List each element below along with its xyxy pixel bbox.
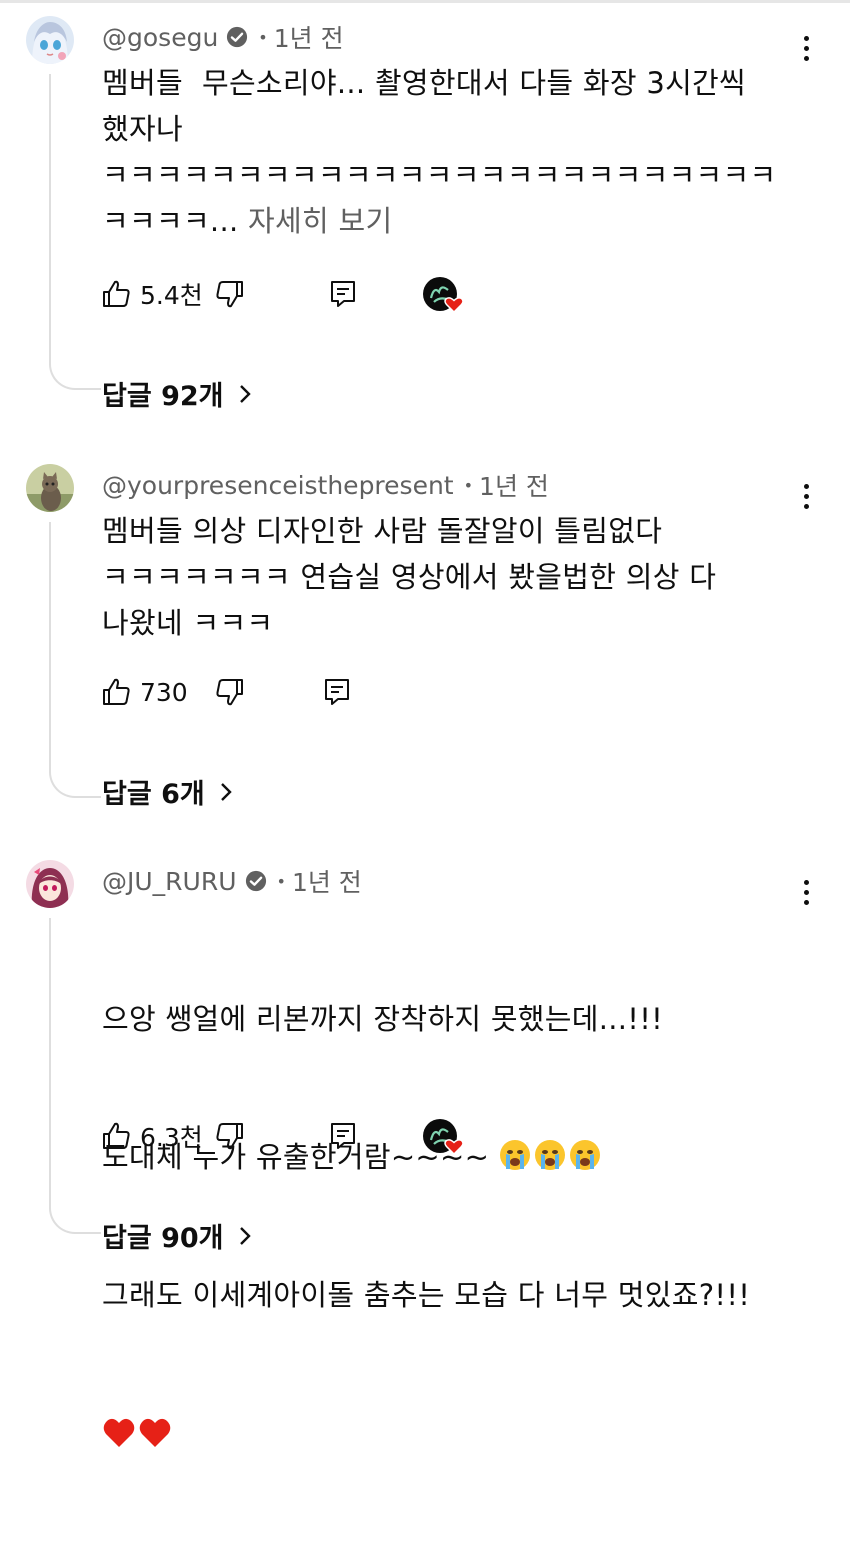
verified-badge-icon <box>245 870 266 892</box>
verified-badge-icon <box>227 26 248 48</box>
red-heart-icon <box>103 1418 135 1447</box>
reply-icon[interactable] <box>322 677 352 707</box>
view-replies-button[interactable]: 답글 90개 <box>102 1216 252 1255</box>
separator-dot: • <box>463 475 474 495</box>
like-icon[interactable] <box>100 676 132 708</box>
comment-header: @gosegu • 1년 전 <box>102 19 344 55</box>
author-handle[interactable]: @yourpresenceisthepresent <box>102 471 454 500</box>
reply-icon[interactable] <box>328 1121 358 1151</box>
red-heart-icon <box>139 1418 171 1447</box>
more-options-icon[interactable] <box>800 36 812 66</box>
author-handle[interactable]: @JU_RURU <box>102 867 237 896</box>
comment-text-body: 멤버들 무슨소리야... 촬영한대서 다들 화장 3시간씩 했자나 ㅋㅋㅋㅋㅋㅋ… <box>102 66 777 238</box>
separator-dot: • <box>258 27 268 47</box>
more-options-icon[interactable] <box>800 484 812 514</box>
thread-line <box>49 522 101 798</box>
like-count: 5.4천 <box>140 281 203 310</box>
replies-label: 답글 92개 <box>102 381 224 412</box>
comment-time[interactable]: 1년 전 <box>292 863 362 899</box>
hearts-line <box>102 1410 792 1456</box>
dislike-icon[interactable] <box>214 278 246 310</box>
author-handle[interactable]: @gosegu <box>102 23 218 52</box>
comment-text: 멤버들 무슨소리야... 촬영한대서 다들 화장 3시간씩 했자나 ㅋㅋㅋㅋㅋㅋ… <box>102 60 792 244</box>
dislike-icon[interactable] <box>214 1120 246 1152</box>
chevron-right-icon <box>220 782 232 801</box>
comment-header: @yourpresenceisthepresent • 1년 전 <box>102 467 549 503</box>
top-divider <box>0 0 850 3</box>
reply-icon[interactable] <box>328 279 358 309</box>
chevron-right-icon <box>239 384 251 403</box>
comment-actions: 730 <box>100 672 349 712</box>
comment-actions: 6.3천 <box>100 1116 464 1156</box>
comment-line: 그래도 이세계아이돌 춤추는 모습 다 너무 멋있죠?!!! <box>102 1278 751 1312</box>
thread-line <box>49 918 101 1234</box>
crying-face-icon <box>499 1140 530 1170</box>
avatar[interactable] <box>26 16 74 64</box>
avatar[interactable] <box>26 860 74 908</box>
comment-2: @yourpresenceisthepresent • 1년 전 멤버들 의상 … <box>0 464 850 824</box>
like-icon[interactable] <box>100 278 132 310</box>
comment-header: @JU_RURU • 1년 전 <box>102 863 362 899</box>
comment-line: 으앙 쌩얼에 리본까지 장착하지 못했는데...!!! <box>102 1002 664 1036</box>
comment-actions: 5.4천 <box>100 274 464 314</box>
comment-3: @JU_RURU • 1년 전 으앙 쌩얼에 리본까지 장착하지 못했는데...… <box>0 860 850 1447</box>
chevron-right-icon <box>239 1226 251 1245</box>
comment-1: @gosegu • 1년 전 멤버들 무슨소리야... 촬영한대서 다들 화장 … <box>0 16 850 416</box>
creator-heart-icon <box>423 277 464 314</box>
comment-time[interactable]: 1년 전 <box>274 19 344 55</box>
comment-text: 멤버들 의상 디자인한 사람 돌잘알이 틀림없다 ㅋㅋㅋㅋㅋㅋㅋ 연습실 영상에… <box>102 514 717 640</box>
dislike-icon[interactable] <box>214 676 246 708</box>
more-options-icon[interactable] <box>800 880 812 910</box>
avatar[interactable] <box>26 464 74 512</box>
like-icon[interactable] <box>100 1120 132 1152</box>
read-more-link[interactable]: 자세히 보기 <box>248 204 392 238</box>
replies-label: 답글 6개 <box>102 779 205 810</box>
crying-face-icon <box>534 1140 565 1170</box>
crying-face-icon <box>569 1140 600 1170</box>
creator-heart-icon <box>423 1119 464 1156</box>
thread-line <box>49 74 101 390</box>
like-count: 6.3천 <box>140 1123 203 1152</box>
comment-time[interactable]: 1년 전 <box>479 467 549 503</box>
separator-dot: • <box>276 871 286 891</box>
like-count: 730 <box>140 677 188 707</box>
replies-label: 답글 90개 <box>102 1223 224 1254</box>
view-replies-button[interactable]: 답글 92개 <box>102 374 252 413</box>
view-replies-button[interactable]: 답글 6개 <box>102 772 233 811</box>
